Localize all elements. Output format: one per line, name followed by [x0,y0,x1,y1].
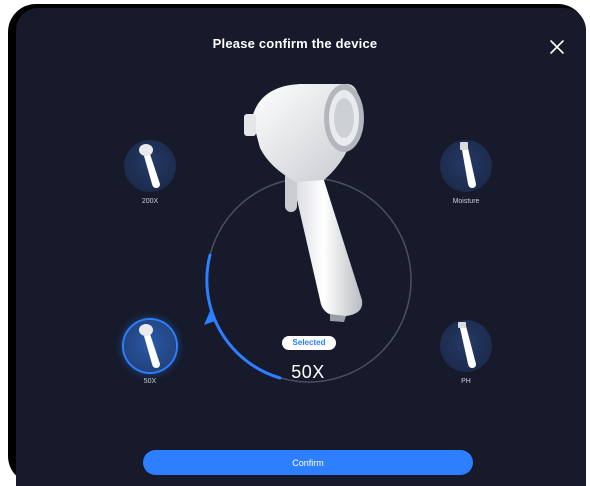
device-option-200x[interactable]: 200X [120,140,180,220]
device-option-moisture[interactable]: Moisture [436,140,496,220]
dialog-title: Please confirm the device [212,36,378,51]
confirm-button[interactable]: Confirm [143,450,473,475]
scope-200x-icon [139,144,160,188]
selected-badge: Selected [282,336,336,350]
selected-device-value: 50X [291,362,325,382]
ph-probe-icon [458,322,476,368]
device-option-label: Moisture [452,198,480,205]
device-option-label: PH [461,378,471,385]
device-option-label: 200X [141,198,159,205]
close-icon[interactable] [547,37,567,57]
device-option-label: 50X [143,378,157,385]
device-option-ph[interactable]: PH [436,320,496,400]
moisture-probe-icon [460,142,476,188]
scope-50x-icon [139,324,160,368]
device-illustration [244,84,364,322]
device-option-50x[interactable]: 50X [120,320,180,400]
